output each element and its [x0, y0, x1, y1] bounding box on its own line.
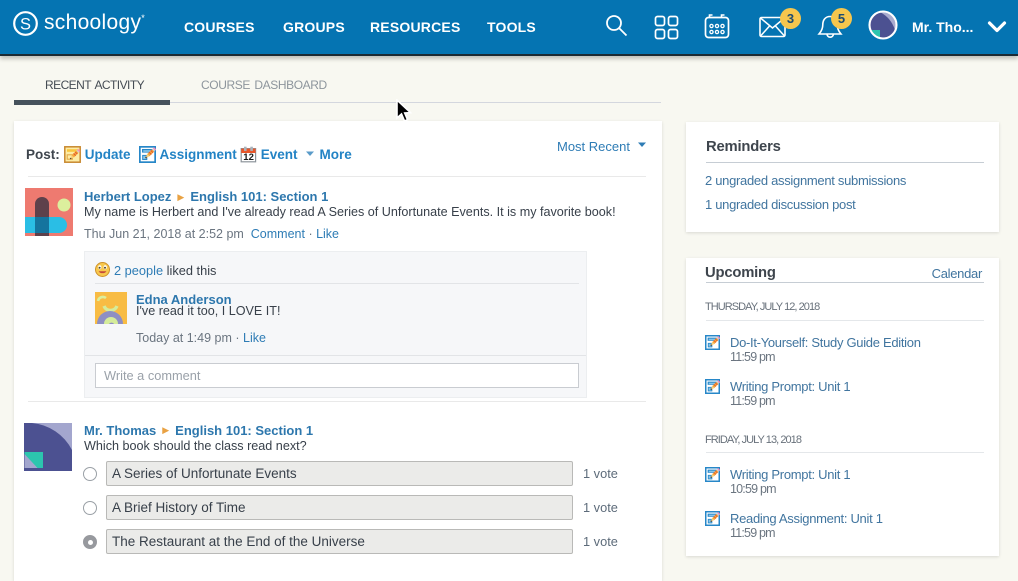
svg-text:S: S	[20, 16, 31, 34]
